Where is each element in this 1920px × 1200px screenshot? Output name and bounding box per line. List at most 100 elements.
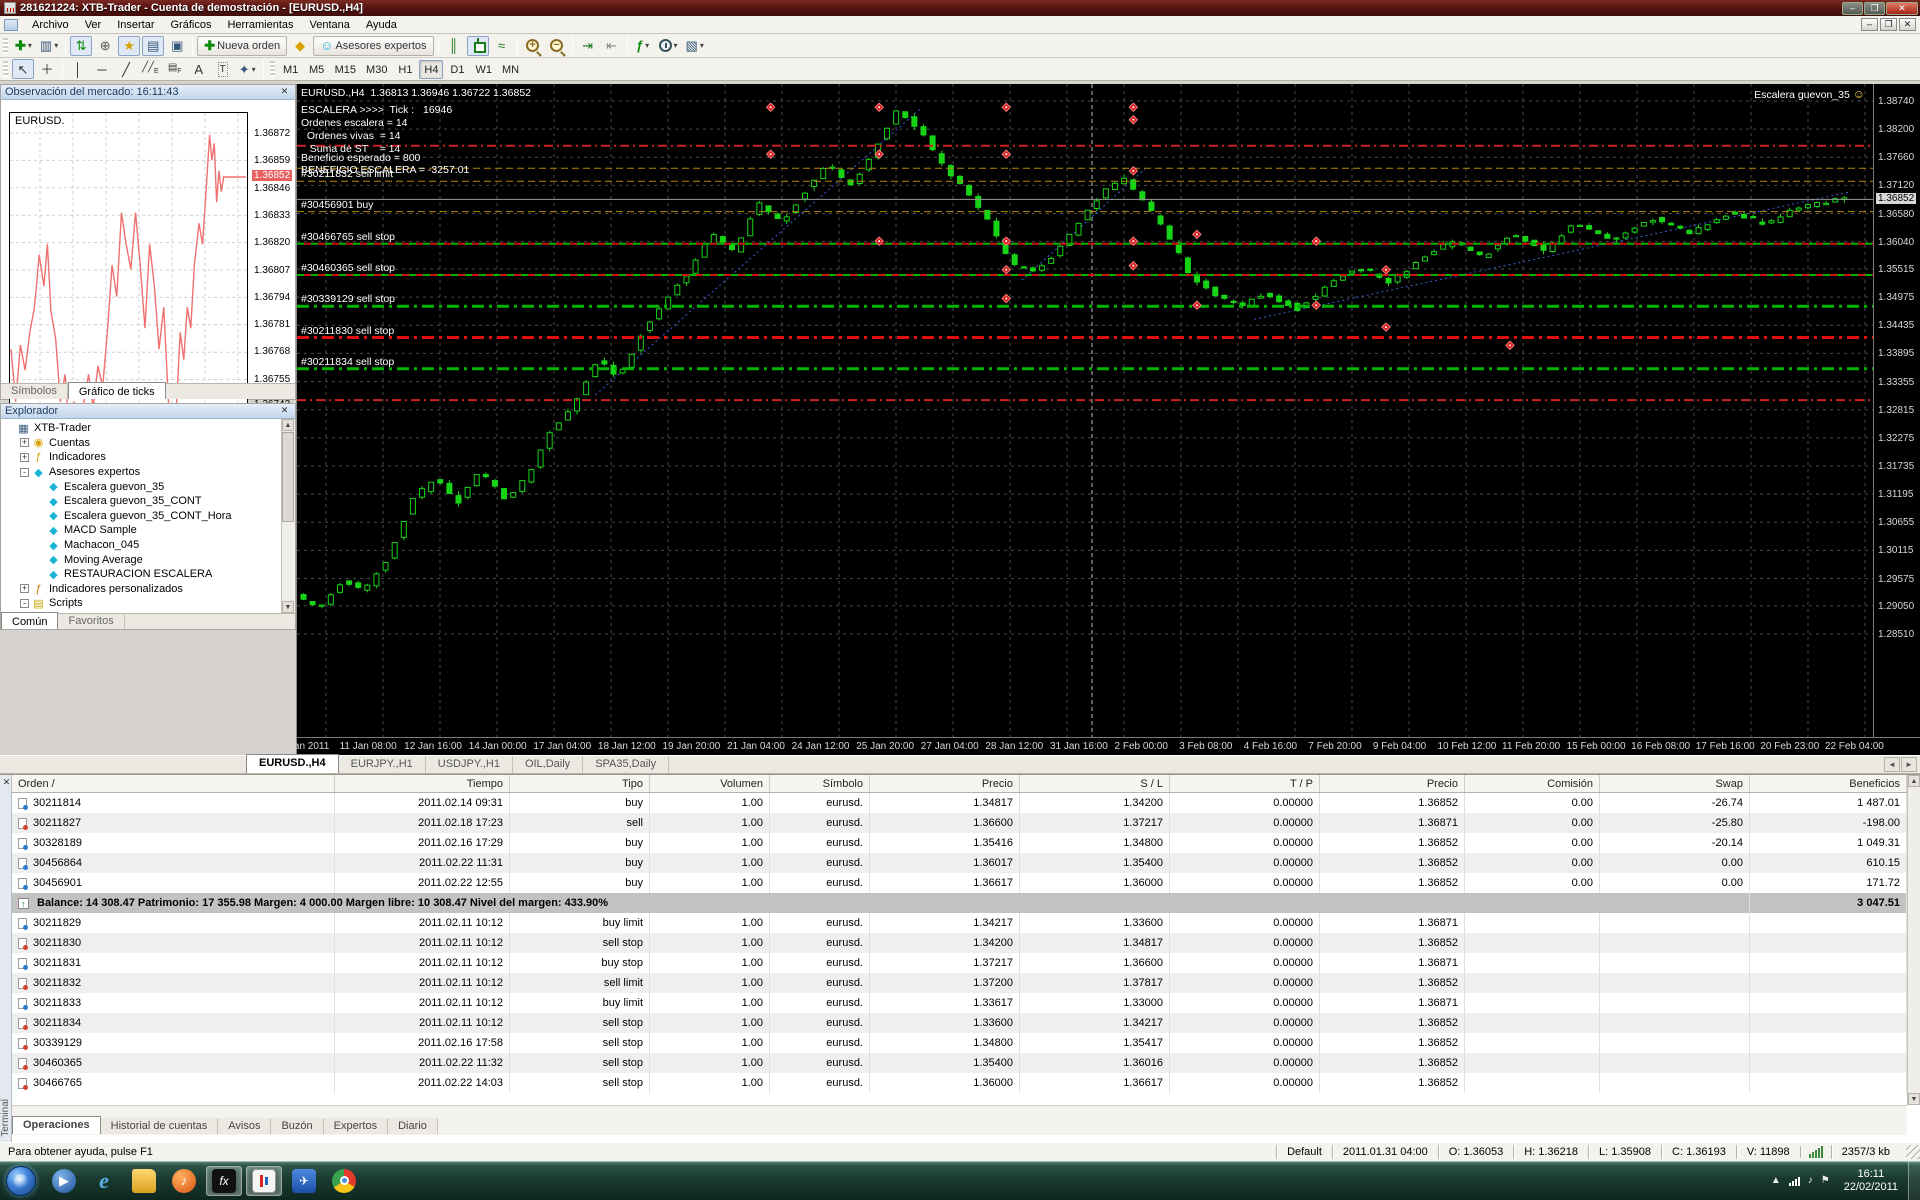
- table-row-order-30211830[interactable]: 302118302011.02.11 10:12sell stop1.00eur…: [12, 933, 1907, 953]
- tree-item-escalera-guevon-35[interactable]: ◆Escalera guevon_35: [1, 479, 281, 494]
- status-profile[interactable]: Default: [1276, 1145, 1332, 1159]
- tree-item-indicadores[interactable]: +ƒIndicadores: [1, 450, 281, 465]
- tree-item-asesores-expertos[interactable]: -◆Asesores expertos: [1, 465, 281, 480]
- chart-tab-oil-daily[interactable]: OIL,Daily: [513, 756, 583, 773]
- scroll-up-icon[interactable]: ▲: [1908, 775, 1920, 787]
- tree-item-moving-average[interactable]: ◆Moving Average: [1, 552, 281, 567]
- title-bar[interactable]: 281621224: XTB-Trader - Cuenta de demost…: [0, 0, 1920, 16]
- favorites-button[interactable]: ★: [118, 36, 140, 56]
- connection-speed[interactable]: 2357/3 kb: [1831, 1145, 1900, 1159]
- terminal-tab-avisos[interactable]: Avisos: [218, 1118, 271, 1134]
- expert-advisors-button[interactable]: ☺ Asesores expertos: [313, 36, 433, 56]
- menu-insertar[interactable]: Insertar: [109, 17, 162, 33]
- timeframe-m30-button[interactable]: M30: [362, 60, 391, 79]
- periods-button[interactable]: ▾: [656, 36, 681, 56]
- timeframe-mn-button[interactable]: MN: [498, 60, 523, 79]
- chart-price-scale[interactable]: 1.387401.382001.376601.371201.365801.360…: [1873, 84, 1920, 737]
- arrows-tool-button[interactable]: ✦▾: [236, 59, 259, 79]
- market-watch-close-icon[interactable]: ✕: [278, 86, 291, 98]
- timeframe-m15-button[interactable]: M15: [331, 60, 360, 79]
- timeframe-h1-button[interactable]: H1: [393, 60, 417, 79]
- scrollbar-thumb[interactable]: [282, 432, 294, 522]
- text-tool-button[interactable]: A: [188, 59, 210, 79]
- terminal-tab-buz-n[interactable]: Buzón: [271, 1118, 323, 1134]
- table-row-order-30211829[interactable]: 302118292011.02.11 10:12buy limit1.00eur…: [12, 913, 1907, 933]
- mdi-minimize-button[interactable]: –: [1861, 18, 1878, 31]
- tree-item-macd-sample[interactable]: ◆MACD Sample: [1, 523, 281, 538]
- line-chart-type-button[interactable]: ≈: [491, 36, 513, 56]
- table-row-order-30211833[interactable]: 302118332011.02.11 10:12buy limit1.00eur…: [12, 993, 1907, 1013]
- menu-archivo[interactable]: Archivo: [24, 17, 77, 33]
- taskbar-clock[interactable]: 16:11 22/02/2011: [1834, 1168, 1908, 1194]
- tree-expand-icon[interactable]: +: [20, 584, 29, 593]
- zoom-out-button[interactable]: −: [546, 36, 568, 56]
- column-header-tiempo[interactable]: Tiempo: [335, 775, 510, 792]
- navigator-tab-favoritos[interactable]: Favoritos: [58, 614, 124, 629]
- menu-ver[interactable]: Ver: [77, 17, 110, 33]
- new-chart-button[interactable]: ✚▾: [12, 36, 35, 56]
- start-button[interactable]: [6, 1166, 36, 1196]
- terminal-tab-operaciones[interactable]: Operaciones: [12, 1116, 101, 1134]
- taskbar-chrome-icon[interactable]: [326, 1166, 362, 1196]
- column-header-precio[interactable]: Precio: [870, 775, 1020, 792]
- column-header-t-p[interactable]: T / P: [1170, 775, 1320, 792]
- tray-volume-icon[interactable]: ♪: [1808, 1175, 1813, 1186]
- zoom-in-button[interactable]: +: [522, 36, 544, 56]
- timeframe-m5-button[interactable]: M5: [305, 60, 329, 79]
- fibonacci-tool-button[interactable]: ▤F: [164, 59, 186, 79]
- timeframe-w1-button[interactable]: W1: [471, 60, 496, 79]
- terminal-tab-expertos[interactable]: Expertos: [324, 1118, 388, 1134]
- chart-tab-spa35-daily[interactable]: SPA35,Daily: [583, 756, 669, 773]
- navigator-header[interactable]: Explorador ✕: [1, 404, 295, 419]
- profiles-button[interactable]: ▥▾: [37, 36, 61, 56]
- table-row-order-30456864[interactable]: 304568642011.02.22 11:31buy1.00eurusd.1.…: [12, 853, 1907, 873]
- templates-button[interactable]: ▧▾: [683, 36, 707, 56]
- tree-item-scripts[interactable]: -▤Scripts: [1, 596, 281, 611]
- tray-flag-icon[interactable]: ⚑: [1821, 1175, 1830, 1186]
- navigator-close-icon[interactable]: ✕: [278, 405, 291, 417]
- tick-chart-toggle-button[interactable]: ⇅: [70, 36, 92, 56]
- candlestick-chart[interactable]: #30211832 sell limit#30456901 buy#304667…: [297, 84, 1873, 737]
- restore-button[interactable]: ❐: [1864, 2, 1885, 15]
- tree-item-escalera-guevon-35-cont-hora[interactable]: ◆Escalera guevon_35_CONT_Hora: [1, 509, 281, 524]
- table-row-order-30466765[interactable]: 304667652011.02.22 14:03sell stop1.00eur…: [12, 1073, 1907, 1093]
- scroll-down-icon[interactable]: ▼: [282, 601, 294, 613]
- show-desktop-button[interactable]: [1908, 1161, 1920, 1200]
- taskbar-internet-explorer-icon[interactable]: e: [86, 1166, 122, 1196]
- close-button[interactable]: ✕: [1886, 2, 1918, 15]
- tick-chart-area[interactable]: EURUSD. 1.368721.368591.368521.368461.36…: [1, 100, 295, 383]
- column-header-s-mbolo[interactable]: Símbolo: [770, 775, 870, 792]
- timeframe-d1-button[interactable]: D1: [445, 60, 469, 79]
- column-header-precio[interactable]: Precio: [1320, 775, 1465, 792]
- tick-chart-plot[interactable]: EURUSD.: [9, 112, 248, 408]
- tree-item-cuentas[interactable]: +◉Cuentas: [1, 436, 281, 451]
- menu-ayuda[interactable]: Ayuda: [358, 17, 405, 33]
- tree-expand-icon[interactable]: +: [20, 453, 29, 462]
- column-header-s-l[interactable]: S / L: [1020, 775, 1170, 792]
- indicators-button[interactable]: ƒ▾: [632, 36, 654, 56]
- taskbar-mql-icon[interactable]: ✈: [286, 1166, 322, 1196]
- equidistant-channel-button[interactable]: ╱╱E: [139, 59, 162, 79]
- tray-hidden-icons-icon[interactable]: ▲: [1771, 1175, 1781, 1186]
- table-row-order-30211831[interactable]: 302118312011.02.11 10:12buy stop1.00euru…: [12, 953, 1907, 973]
- table-row-order-30211834[interactable]: 302118342011.02.11 10:12sell stop1.00eur…: [12, 1013, 1907, 1033]
- h-line-tool-button[interactable]: ─: [91, 59, 113, 79]
- table-row-order-30211814[interactable]: 302118142011.02.14 09:31buy1.00eurusd.1.…: [12, 793, 1907, 813]
- chart-tab-eurusd-h4[interactable]: EURUSD.,H4: [246, 754, 339, 773]
- tree-expand-icon[interactable]: -: [20, 468, 29, 477]
- taskbar-media-player-icon[interactable]: ▶: [46, 1166, 82, 1196]
- menu-ventana[interactable]: Ventana: [302, 17, 358, 33]
- text-label-tool-button[interactable]: T: [212, 59, 234, 79]
- taskbar-metatrader-icon[interactable]: [246, 1166, 282, 1196]
- tree-item-xtb-trader[interactable]: ▦XTB-Trader: [1, 421, 281, 436]
- column-header-beneficios[interactable]: Beneficios: [1750, 775, 1907, 792]
- menu-herramientas[interactable]: Herramientas: [219, 17, 301, 33]
- v-line-tool-button[interactable]: │: [67, 59, 89, 79]
- taskbar-explorer-folder-icon[interactable]: [126, 1166, 162, 1196]
- table-row-order-30211832[interactable]: 302118322011.02.11 10:12sell limit1.00eu…: [12, 973, 1907, 993]
- mdi-restore-button[interactable]: ❐: [1880, 18, 1897, 31]
- table-row-order-30460365[interactable]: 304603652011.02.22 11:32sell stop1.00eur…: [12, 1053, 1907, 1073]
- data-window-button[interactable]: ▣: [166, 36, 188, 56]
- market-watch-tab-gr-fico-de-ticks[interactable]: Gráfico de ticks: [68, 382, 166, 399]
- menu-gráficos[interactable]: Gráficos: [163, 17, 220, 33]
